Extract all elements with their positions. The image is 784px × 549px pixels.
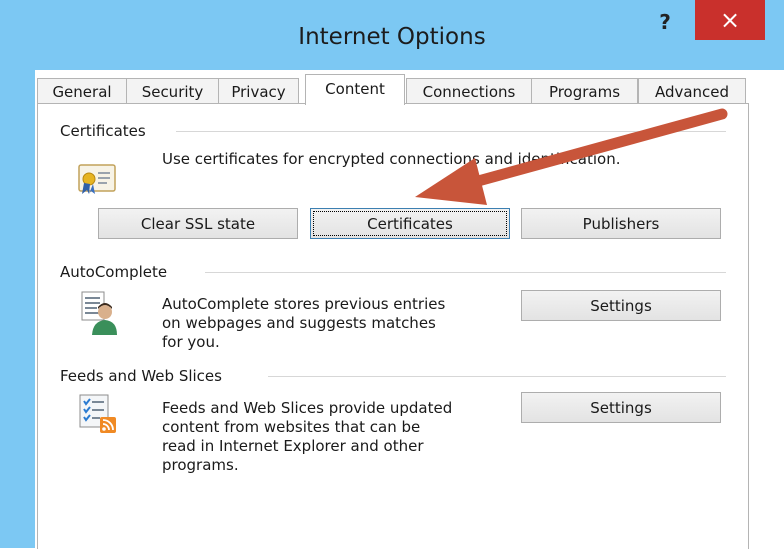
tab-security[interactable]: Security xyxy=(126,78,219,104)
tab-advanced[interactable]: Advanced xyxy=(638,78,746,104)
feeds-group-label: Feeds and Web Slices xyxy=(60,367,230,385)
tab-privacy[interactable]: Privacy xyxy=(218,78,299,104)
close-button[interactable]: × xyxy=(695,0,765,40)
certificates-divider xyxy=(176,131,726,132)
autocomplete-description-line: for you. xyxy=(162,333,220,351)
feeds-description-line: programs. xyxy=(162,456,239,474)
help-button[interactable]: ? xyxy=(650,9,680,35)
autocomplete-divider xyxy=(205,272,726,273)
tab-general[interactable]: General xyxy=(37,78,127,104)
feeds-description: Feeds and Web Slices provide updated con… xyxy=(162,399,522,475)
tab-connections[interactable]: Connections xyxy=(406,78,532,104)
feeds-settings-button[interactable]: Settings xyxy=(521,392,721,423)
certificate-icon xyxy=(78,164,116,194)
certificates-button[interactable]: Certificates xyxy=(310,208,510,239)
feeds-description-line: read in Internet Explorer and other xyxy=(162,437,424,455)
certificates-group-label: Certificates xyxy=(60,122,154,140)
autocomplete-settings-button[interactable]: Settings xyxy=(521,290,721,321)
feeds-icon xyxy=(79,394,116,433)
clear-ssl-state-button[interactable]: Clear SSL state xyxy=(98,208,298,239)
window-frame-left xyxy=(0,70,35,548)
autocomplete-description-line: on webpages and suggests matches xyxy=(162,314,436,332)
title-bar: Internet Options ? × xyxy=(0,0,784,70)
autocomplete-description: AutoComplete stores previous entries on … xyxy=(162,295,512,352)
autocomplete-icon xyxy=(81,291,117,335)
autocomplete-description-line: AutoComplete stores previous entries xyxy=(162,295,446,313)
tab-content[interactable]: Content xyxy=(305,74,405,105)
tab-programs[interactable]: Programs xyxy=(531,78,638,104)
certificates-description: Use certificates for encrypted connectio… xyxy=(162,150,621,168)
autocomplete-group-label: AutoComplete xyxy=(60,263,176,281)
feeds-divider xyxy=(268,376,726,377)
publishers-button[interactable]: Publishers xyxy=(521,208,721,239)
feeds-description-line: Feeds and Web Slices provide updated xyxy=(162,399,453,417)
feeds-description-line: content from websites that can be xyxy=(162,418,421,436)
